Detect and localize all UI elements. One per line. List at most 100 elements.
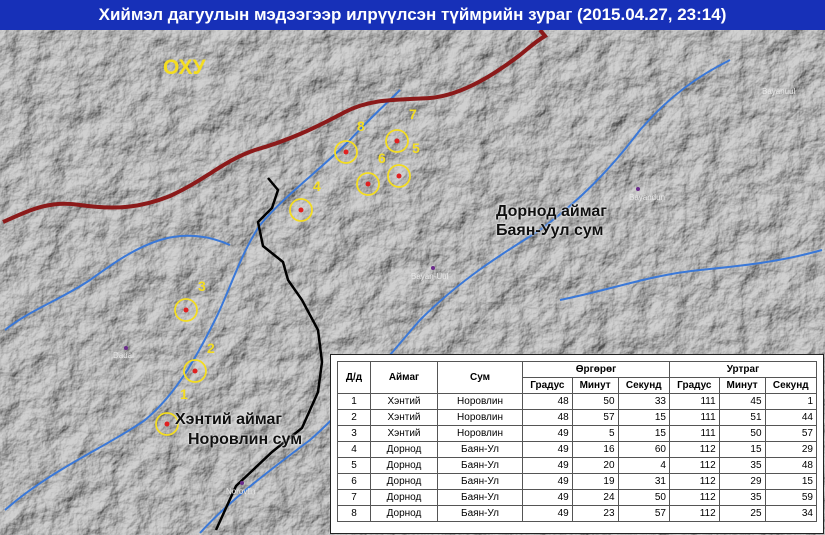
cell-lon-sec: 1 [764,393,818,410]
cell-aimag: Хэнтий [370,409,438,426]
cell-sum: Норовлин [437,425,523,442]
table-row: 4 Дорнод Баян-Ул 49 16 60 112 15 29 [337,441,818,458]
town-label-bayandun: Bayandun [629,193,666,202]
cell-aimag: Дорнод [370,505,438,522]
cell-lon-min: 35 [718,489,766,506]
fire-number-2: 2 [207,340,215,356]
cell-lat-deg: 49 [522,441,573,458]
cell-lat-sec: 4 [617,457,670,474]
cell-lat-deg: 49 [522,489,573,506]
cell-lon-min: 29 [718,473,766,490]
cell-aimag: Хэнтий [370,425,438,442]
cell-index: 5 [337,457,371,474]
cell-sum: Баян-Ул [437,489,523,506]
cell-lon-deg: 112 [668,489,720,506]
map-title: Хиймэл дагуулын мэдээгээр илрүүлсэн түйм… [0,0,825,30]
cell-lon-min: 25 [718,505,766,522]
table-row: 7 Дорнод Баян-Ул 49 24 50 112 35 59 [337,489,818,506]
cell-lon-deg: 111 [668,409,720,426]
header-aimag: Аймаг [370,361,438,394]
table-row: 8 Дорнод Баян-Ул 49 23 57 112 25 34 [337,505,818,522]
cell-index: 6 [337,473,371,490]
cell-lon-sec: 48 [764,457,818,474]
header-lon-sec: Секунд [764,377,818,394]
cell-lat-sec: 60 [617,441,670,458]
town-label-dadal: Dadal [113,351,134,360]
cell-lat-deg: 49 [522,457,573,474]
cell-sum: Баян-Ул [437,457,523,474]
cell-lon-sec: 44 [764,409,818,426]
cell-lon-min: 35 [718,457,766,474]
cell-lat-deg: 49 [522,505,573,522]
cell-lon-sec: 29 [764,441,818,458]
cell-index: 3 [337,425,371,442]
town-dot-norovlin [240,481,244,485]
cell-sum: Норовлин [437,409,523,426]
town-label-norovlin: Norovlin [226,487,256,496]
cell-lon-sec: 57 [764,425,818,442]
header-index: Д/д [337,361,371,394]
fire-number-1: 1 [180,386,188,402]
cell-aimag: Хэнтий [370,393,438,410]
town-dot-dadal [124,346,128,350]
cell-lon-min: 45 [718,393,766,410]
town-dot-bayan-uul [431,266,435,270]
cell-lat-min: 19 [571,473,619,490]
cell-sum: Норовлин [437,393,523,410]
cell-lat-min: 5 [571,425,619,442]
cell-lat-min: 23 [571,505,619,522]
cell-lat-sec: 15 [617,425,670,442]
table-row: 2 Хэнтий Норовлин 48 57 15 111 51 44 [337,409,818,426]
header-lat-min: Минут [571,377,619,394]
sum-label-norovlin: Норовлин сум [188,431,303,448]
fire-number-8: 8 [357,118,365,134]
cell-index: 2 [337,409,371,426]
cell-lon-sec: 34 [764,505,818,522]
country-label-russia: ОХУ [163,56,206,79]
table-row: 5 Дорнод Баян-Ул 49 20 4 112 35 48 [337,457,818,474]
cell-lon-min: 51 [718,409,766,426]
cell-lat-sec: 33 [617,393,670,410]
cell-sum: Баян-Ул [437,473,523,490]
cell-lon-deg: 111 [668,425,720,442]
cell-lat-sec: 57 [617,505,670,522]
cell-lon-deg: 111 [668,393,720,410]
fire-number-7: 7 [409,106,417,122]
header-sum: Сум [437,361,523,394]
cell-lat-min: 50 [571,393,619,410]
cell-lon-deg: 112 [668,473,720,490]
cell-lat-min: 24 [571,489,619,506]
town-label-bayanuul: Bayanuul [762,87,796,96]
header-lat-deg: Градус [522,377,573,394]
cell-lat-deg: 49 [522,425,573,442]
cell-aimag: Дорнод [370,489,438,506]
cell-lon-deg: 112 [668,457,720,474]
table-row: 6 Дорнод Баян-Ул 49 19 31 112 29 15 [337,473,818,490]
cell-lat-sec: 15 [617,409,670,426]
header-lon-min: Минут [718,377,766,394]
header-lon-deg: Градус [668,377,720,394]
header-lat-sec: Секунд [617,377,670,394]
fire-number-3: 3 [198,278,206,294]
cell-index: 1 [337,393,371,410]
fire-coordinates-panel: Д/д Аймаг Сум Өргөрөг Уртраг Градус Мину… [330,354,824,534]
cell-lon-min: 50 [718,425,766,442]
cell-index: 8 [337,505,371,522]
sum-label-bayan-uul: Баян-Уул сум [496,222,604,239]
cell-lat-sec: 31 [617,473,670,490]
cell-aimag: Дорнод [370,457,438,474]
table-row: 3 Хэнтий Норовлин 49 5 15 111 50 57 [337,425,818,442]
region-label-khentii: Хэнтий аймаг [175,411,283,428]
town-label-bayan-uul: Bayan-Uul [411,272,449,281]
fire-coordinates-table: Д/д Аймаг Сум Өргөрөг Уртраг Градус Мину… [337,361,818,522]
cell-lon-sec: 15 [764,473,818,490]
cell-sum: Баян-Ул [437,505,523,522]
header-latitude: Өргөрөг [522,361,670,378]
header-longitude: Уртраг [668,361,818,378]
town-dot-bayandun [636,187,640,191]
cell-lon-deg: 112 [668,505,720,522]
cell-lon-sec: 59 [764,489,818,506]
fire-number-4: 4 [313,178,321,194]
cell-index: 7 [337,489,371,506]
fire-number-6: 6 [378,150,386,166]
